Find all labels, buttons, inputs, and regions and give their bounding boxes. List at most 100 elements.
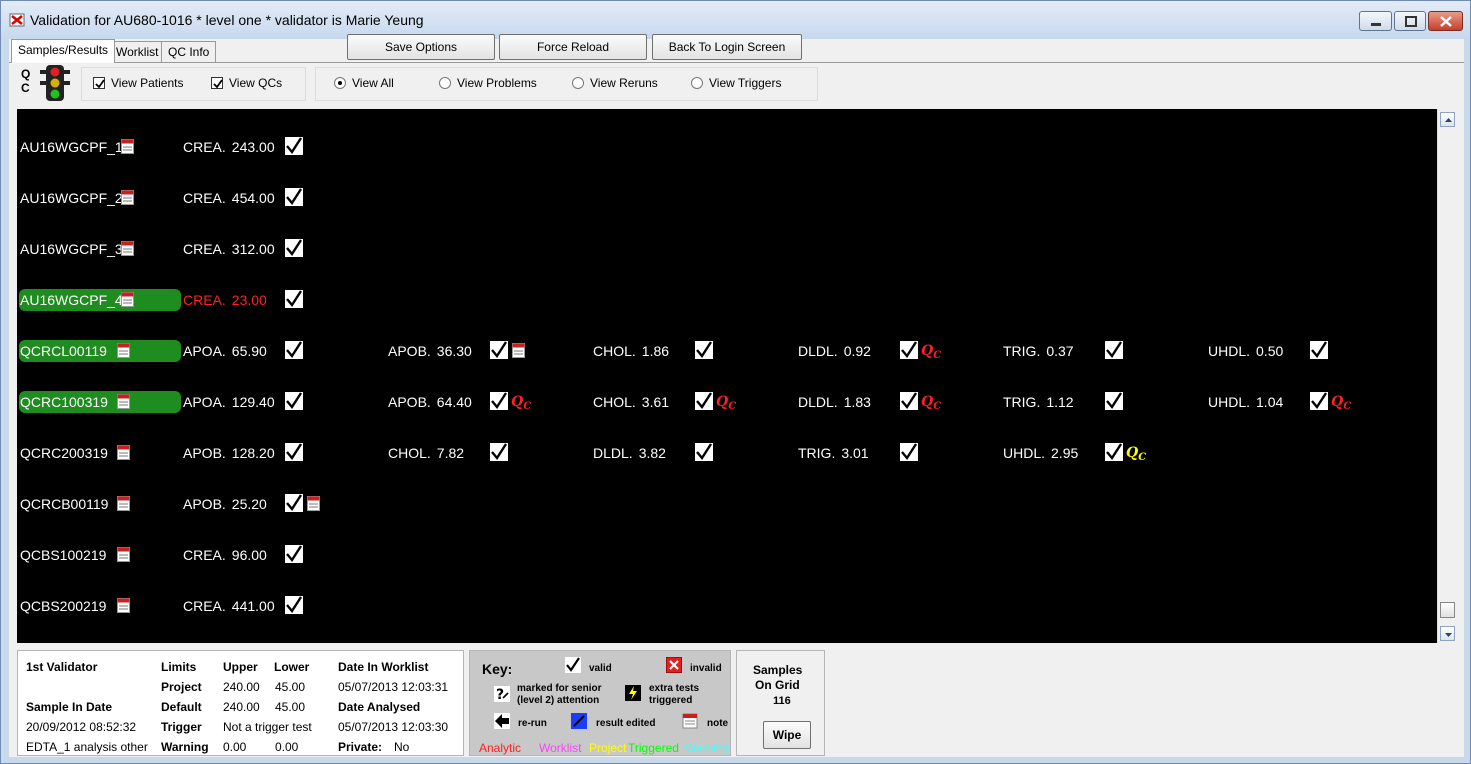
note-icon[interactable] (307, 496, 320, 511)
result-cell[interactable]: UHDL. 1.04 (1208, 391, 1283, 413)
result-cell[interactable]: UHDL. 0.50 (1208, 340, 1283, 362)
save-options-button[interactable]: Save Options (347, 34, 495, 60)
note-icon[interactable] (117, 343, 130, 358)
valid-tick-icon[interactable] (285, 137, 303, 155)
sample-id[interactable]: AU16WGCPF_2 (19, 187, 181, 209)
result-cell[interactable]: DLDL. 0.92 (798, 340, 871, 362)
result-cell[interactable]: CREA. 243.00 (183, 136, 275, 158)
minimize-button[interactable] (1359, 11, 1392, 31)
sample-row[interactable]: AU16WGCPF_3 CREA. 312.00 (17, 238, 1445, 260)
note-icon[interactable] (117, 445, 130, 460)
valid-tick-icon[interactable] (695, 443, 713, 461)
valid-tick-icon[interactable] (285, 392, 303, 410)
result-cell[interactable]: CREA. 96.00 (183, 544, 267, 566)
valid-tick-icon[interactable] (1105, 443, 1123, 461)
scroll-thumb[interactable] (1440, 602, 1455, 618)
valid-tick-icon[interactable] (285, 239, 303, 257)
sample-id[interactable]: AU16WGCPF_1 (19, 136, 181, 158)
qc-flag-icon[interactable]: QC (921, 394, 941, 412)
view-patients-checkbox[interactable]: View Patients (93, 76, 184, 90)
sample-id[interactable]: AU16WGCPF_4 (19, 289, 181, 311)
valid-tick-icon[interactable] (285, 596, 303, 614)
tab-qc-info[interactable]: QC Info (161, 41, 217, 63)
valid-tick-icon[interactable] (490, 341, 508, 359)
valid-tick-icon[interactable] (695, 392, 713, 410)
sample-id[interactable]: QCRC100319 (19, 391, 181, 413)
result-cell[interactable]: CREA. 454.00 (183, 187, 275, 209)
note-icon[interactable] (121, 241, 134, 256)
result-cell[interactable]: DLDL. 1.83 (798, 391, 871, 413)
result-cell[interactable]: CREA. 312.00 (183, 238, 275, 260)
qc-flag-icon[interactable]: QC (716, 394, 736, 412)
result-cell[interactable]: CREA. 441.00 (183, 595, 275, 617)
radio-view-reruns[interactable]: View Reruns (572, 76, 658, 90)
qc-flag-icon[interactable]: QC (921, 343, 941, 361)
result-cell[interactable]: UHDL. 2.95 (1003, 442, 1078, 464)
valid-tick-icon[interactable] (285, 290, 303, 308)
result-cell[interactable]: APOA. 65.90 (183, 340, 267, 362)
result-cell[interactable]: APOB. 25.20 (183, 493, 267, 515)
result-cell[interactable]: APOA. 129.40 (183, 391, 275, 413)
valid-tick-icon[interactable] (1105, 392, 1123, 410)
sample-row[interactable]: QCRCB00119 APOB. 25.20 (17, 493, 1445, 515)
valid-tick-icon[interactable] (490, 443, 508, 461)
sample-row[interactable]: AU16WGCPF_2 CREA. 454.00 (17, 187, 1445, 209)
note-icon[interactable] (512, 343, 525, 358)
valid-tick-icon[interactable] (285, 341, 303, 359)
valid-tick-icon[interactable] (490, 392, 508, 410)
sample-row[interactable]: AU16WGCPF_4 CREA. 23.00 (17, 289, 1445, 311)
valid-tick-icon[interactable] (900, 341, 918, 359)
result-cell[interactable]: TRIG. 3.01 (798, 442, 869, 464)
valid-tick-icon[interactable] (1310, 341, 1328, 359)
result-cell[interactable]: CHOL. 3.61 (593, 391, 669, 413)
result-cell[interactable]: CREA. 23.00 (183, 289, 267, 311)
result-cell[interactable]: TRIG. 0.37 (1003, 340, 1074, 362)
valid-tick-icon[interactable] (285, 188, 303, 206)
sample-row[interactable]: QCBS200219 CREA. 441.00 (17, 595, 1445, 617)
scroll-down-arrow-icon[interactable] (1440, 626, 1455, 641)
qc-flag-icon[interactable]: QC (1331, 394, 1351, 412)
sample-id[interactable]: QCRCL00119 (19, 340, 181, 362)
wipe-button[interactable]: Wipe (763, 721, 811, 749)
valid-tick-icon[interactable] (285, 494, 303, 512)
result-cell[interactable]: DLDL. 3.82 (593, 442, 666, 464)
qc-flag-icon[interactable]: QC (1126, 445, 1146, 463)
sample-id[interactable]: QCRCB00119 (19, 493, 181, 515)
valid-tick-icon[interactable] (900, 443, 918, 461)
radio-view-all[interactable]: View All (334, 76, 394, 90)
vertical-scrollbar[interactable] (1437, 109, 1456, 643)
note-icon[interactable] (121, 292, 134, 307)
valid-tick-icon[interactable] (1105, 341, 1123, 359)
sample-row[interactable]: QCBS100219 CREA. 96.00 (17, 544, 1445, 566)
tab-worklist[interactable]: Worklist (109, 41, 166, 63)
valid-tick-icon[interactable] (1310, 392, 1328, 410)
radio-view-triggers[interactable]: View Triggers (691, 76, 781, 90)
radio-view-problems[interactable]: View Problems (439, 76, 537, 90)
view-qcs-checkbox[interactable]: View QCs (211, 76, 282, 90)
tab-samples-results[interactable]: Samples/Results (11, 39, 116, 63)
traffic-light-icon[interactable] (39, 64, 71, 102)
note-icon[interactable] (121, 139, 134, 154)
force-reload-button[interactable]: Force Reload (499, 34, 647, 60)
sample-row[interactable]: QCRCL00119 APOA. 65.90 APOB. 36.30 CHOL. 1.86 D… (17, 340, 1445, 362)
back-to-login-button[interactable]: Back To Login Screen (652, 34, 802, 60)
result-cell[interactable]: TRIG. 1.12 (1003, 391, 1074, 413)
sample-id[interactable]: AU16WGCPF_3 (19, 238, 181, 260)
result-cell[interactable]: CHOL. 1.86 (593, 340, 669, 362)
note-icon[interactable] (121, 190, 134, 205)
result-cell[interactable]: APOB. 36.30 (388, 340, 472, 362)
scroll-up-arrow-icon[interactable] (1440, 112, 1455, 127)
result-cell[interactable]: CHOL. 7.82 (388, 442, 464, 464)
result-cell[interactable]: APOB. 128.20 (183, 442, 275, 464)
close-button[interactable] (1428, 11, 1463, 31)
sample-id[interactable]: QCBS200219 (19, 595, 181, 617)
result-cell[interactable]: APOB. 64.40 (388, 391, 472, 413)
valid-tick-icon[interactable] (900, 392, 918, 410)
restore-button[interactable] (1394, 11, 1426, 31)
sample-id[interactable]: QCRC200319 (19, 442, 181, 464)
note-icon[interactable] (117, 496, 130, 511)
valid-tick-icon[interactable] (695, 341, 713, 359)
qc-flag-icon[interactable]: QC (511, 394, 531, 412)
sample-row[interactable]: QCRC200319 APOB. 128.20 CHOL. 7.82 DLDL. 3.82 T… (17, 442, 1445, 464)
note-icon[interactable] (117, 598, 130, 613)
